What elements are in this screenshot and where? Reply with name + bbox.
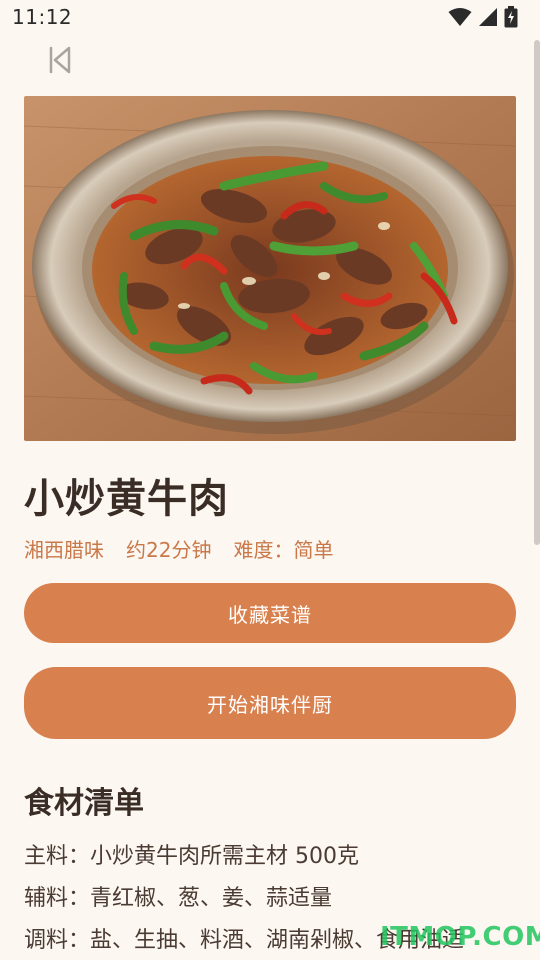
battery-charging-icon: [504, 6, 518, 28]
ingredient-line-secondary: 辅料：青红椒、葱、姜、蒜适量: [24, 886, 333, 911]
recipe-photo: [24, 96, 516, 441]
signal-icon: [479, 8, 497, 26]
start-cooking-button[interactable]: 开始湘味伴厨: [24, 667, 516, 739]
wifi-icon: [448, 8, 472, 26]
status-icons: [448, 6, 518, 28]
favorite-recipe-button[interactable]: 收藏菜谱: [24, 583, 516, 643]
scrollbar[interactable]: [534, 40, 540, 545]
ingredient-line-main: 主料：小炒黄牛肉所需主材 500克: [24, 844, 359, 869]
ingredients-title: 食材清单: [24, 786, 144, 821]
cook-time: 约22分钟: [126, 538, 212, 562]
status-time: 11:12: [12, 5, 73, 29]
watermark: ITMOP.COM: [380, 922, 540, 952]
recipe-title: 小炒黄牛肉: [24, 476, 229, 522]
back-button[interactable]: [42, 42, 78, 78]
skip-back-icon: [49, 46, 71, 74]
recipe-meta: 湘西腊味 约22分钟 难度：简单: [24, 534, 333, 563]
difficulty-level: 难度：简单: [233, 538, 334, 562]
cuisine-tag: 湘西腊味: [24, 538, 104, 562]
status-bar: 11:12: [0, 0, 540, 34]
